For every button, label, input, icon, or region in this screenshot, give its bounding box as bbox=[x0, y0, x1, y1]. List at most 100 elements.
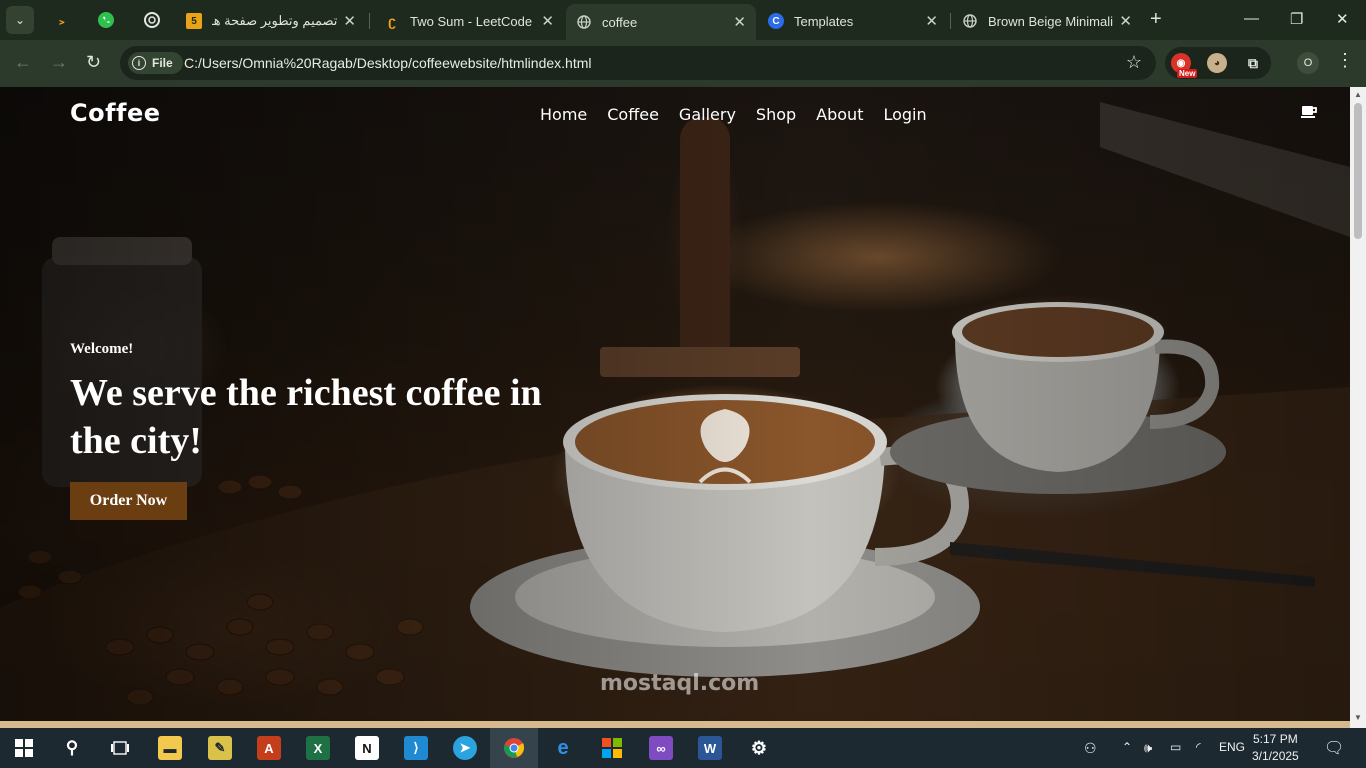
puzzle-icon: ⧉ bbox=[1248, 54, 1258, 71]
search-button[interactable]: ⚲ bbox=[60, 736, 84, 760]
leetcode-favicon-icon: ʗ bbox=[388, 13, 396, 29]
new-badge: New bbox=[1177, 69, 1198, 78]
start-button[interactable] bbox=[12, 736, 36, 760]
windows-logo-icon bbox=[15, 739, 33, 757]
tab-coffee[interactable]: coffee ✕ bbox=[566, 4, 756, 40]
pinned-tab-whatsapp[interactable] bbox=[94, 8, 118, 32]
hero-headline: We serve the richest coffee in the city! bbox=[70, 372, 542, 462]
settings-button[interactable]: ⚙ bbox=[747, 736, 771, 760]
access-button[interactable]: A bbox=[257, 736, 281, 760]
wifi-icon[interactable]: ◜ bbox=[1196, 740, 1201, 754]
watermark-text: mostaql.com bbox=[600, 671, 760, 696]
address-bar[interactable]: i File C:/Users/Omnia%20Ragab/Desktop/co… bbox=[120, 46, 1156, 80]
kebab-menu-icon: ⋮ bbox=[1336, 50, 1354, 70]
tab-strip: ⌄ ﹥ 5 تصميم وتطوير صفحة هـ ✕ ʗ Two Sum -… bbox=[0, 0, 1366, 40]
forward-button[interactable]: → bbox=[50, 52, 68, 72]
site-logo[interactable]: Coffee bbox=[70, 99, 161, 127]
nav-login[interactable]: Login bbox=[883, 105, 926, 124]
edge-button[interactable]: e bbox=[551, 736, 575, 760]
extension-owl-button[interactable]: ◕ bbox=[1207, 53, 1227, 73]
tab-divider bbox=[369, 13, 370, 29]
language-indicator[interactable]: ENG bbox=[1219, 740, 1245, 754]
excel-button[interactable]: X bbox=[306, 736, 330, 760]
restore-icon: ❐ bbox=[1290, 11, 1304, 28]
bookmark-star-button[interactable]: ☆ bbox=[1126, 52, 1142, 73]
excel-icon: X bbox=[313, 740, 323, 756]
telegram-icon: ➤ bbox=[459, 740, 471, 755]
file-explorer-button[interactable]: ▬ bbox=[158, 736, 182, 760]
pinned-tab-mostaql[interactable]: ﹥ bbox=[50, 8, 74, 32]
access-icon: A bbox=[264, 740, 274, 756]
chrome-icon bbox=[504, 738, 525, 758]
telegram-button[interactable]: ➤ bbox=[453, 736, 477, 760]
word-button[interactable]: W bbox=[698, 736, 722, 760]
profile-avatar[interactable]: O bbox=[1297, 52, 1319, 74]
coffee-cup-icon[interactable] bbox=[1300, 103, 1318, 119]
close-icon: ✕ bbox=[1336, 11, 1349, 28]
nav-shop[interactable]: Shop bbox=[756, 105, 796, 124]
notion-button[interactable]: N bbox=[355, 736, 379, 760]
visual-studio-button[interactable]: ∞ bbox=[649, 736, 673, 760]
people-icon[interactable]: ⚇ bbox=[1084, 740, 1097, 757]
close-tab-icon[interactable]: ✕ bbox=[541, 12, 554, 30]
tab-leetcode[interactable]: ʗ Two Sum - LeetCode ✕ bbox=[374, 6, 564, 36]
tab-brown-beige[interactable]: Brown Beige Minimalis ✕ bbox=[952, 6, 1142, 36]
notifications-icon[interactable]: 🗨 bbox=[1324, 738, 1344, 758]
site-nav: Home Coffee Gallery Shop About Login bbox=[540, 105, 927, 124]
windows-taskbar: ⚲ ▬ ✎ A X N ⟩ ➤ e ∞ W ⚙ ⚇ ⌃ 🕪 ▭ ◜ ENG 5:… bbox=[0, 728, 1366, 768]
office-icon bbox=[602, 738, 622, 758]
notion-icon: N bbox=[362, 740, 372, 756]
nav-about[interactable]: About bbox=[816, 105, 863, 124]
scroll-down-icon[interactable]: ▼ bbox=[1354, 713, 1362, 722]
close-window-button[interactable]: ✕ bbox=[1336, 10, 1349, 28]
battery-icon[interactable]: ▭ bbox=[1170, 740, 1181, 754]
app-icon: ✎ bbox=[214, 740, 226, 755]
site-info-label: File bbox=[152, 56, 173, 70]
back-button[interactable]: ← bbox=[14, 52, 32, 72]
nav-gallery[interactable]: Gallery bbox=[679, 105, 736, 124]
extension-new-button[interactable]: ◉ New bbox=[1171, 53, 1198, 78]
extension-icon: ◉ bbox=[1176, 57, 1186, 69]
restore-button[interactable]: ❐ bbox=[1290, 10, 1303, 28]
chrome-button[interactable] bbox=[502, 736, 526, 760]
browser-menu-button[interactable]: ⋮ bbox=[1336, 50, 1354, 71]
close-tab-icon[interactable]: ✕ bbox=[343, 12, 356, 30]
scroll-up-icon[interactable]: ▲ bbox=[1354, 90, 1362, 99]
url-text[interactable]: C:/Users/Omnia%20Ragab/Desktop/coffeeweb… bbox=[184, 55, 591, 71]
app-button[interactable]: ✎ bbox=[208, 736, 232, 760]
nav-coffee[interactable]: Coffee bbox=[607, 105, 659, 124]
arrow-right-icon: → bbox=[50, 52, 68, 72]
vertical-scrollbar[interactable]: ▲ ▼ bbox=[1350, 87, 1366, 728]
welcome-text: Welcome! bbox=[70, 341, 134, 357]
close-tab-icon[interactable]: ✕ bbox=[1119, 12, 1132, 30]
tab-title: تصميم وتطوير صفحة هـ bbox=[212, 13, 338, 28]
info-icon: i bbox=[132, 56, 146, 70]
vscode-button[interactable]: ⟩ bbox=[404, 736, 428, 760]
tab-title: coffee bbox=[602, 14, 638, 30]
reload-button[interactable]: ↻ bbox=[86, 52, 101, 72]
star-icon: ☆ bbox=[1125, 52, 1142, 72]
extensions-menu-button[interactable]: ⧉ bbox=[1243, 53, 1263, 73]
tab-mostaql-project[interactable]: 5 تصميم وتطوير صفحة هـ ✕ bbox=[176, 6, 366, 36]
site-info-chip[interactable]: i File bbox=[128, 52, 183, 74]
close-tab-icon[interactable]: ✕ bbox=[925, 12, 938, 30]
nav-home[interactable]: Home bbox=[540, 105, 587, 124]
office-button[interactable] bbox=[600, 736, 624, 760]
minimize-button[interactable]: — bbox=[1244, 10, 1259, 27]
tab-templates[interactable]: C Templates ✕ bbox=[758, 6, 948, 36]
new-tab-button[interactable]: + bbox=[1150, 9, 1162, 29]
volume-icon[interactable]: 🕪 bbox=[1144, 740, 1152, 756]
tab-title: Brown Beige Minimalis bbox=[988, 13, 1114, 29]
pinned-tab-chatgpt[interactable] bbox=[140, 8, 164, 32]
close-tab-icon[interactable]: ✕ bbox=[733, 13, 746, 31]
order-now-button[interactable]: Order Now bbox=[70, 482, 187, 520]
chevron-down-icon: ⌄ bbox=[14, 13, 26, 27]
scrollbar-thumb[interactable] bbox=[1354, 103, 1362, 239]
arrow-left-icon: ← bbox=[14, 52, 32, 72]
search-icon: ⚲ bbox=[65, 738, 79, 757]
tab-title: Templates bbox=[794, 13, 854, 29]
task-view-button[interactable] bbox=[108, 736, 132, 760]
tab-search-dropdown[interactable]: ⌄ bbox=[6, 6, 34, 34]
system-clock[interactable]: 5:17 PM 3/1/2025 bbox=[1252, 731, 1299, 765]
chevron-up-icon[interactable]: ⌃ bbox=[1122, 740, 1132, 754]
